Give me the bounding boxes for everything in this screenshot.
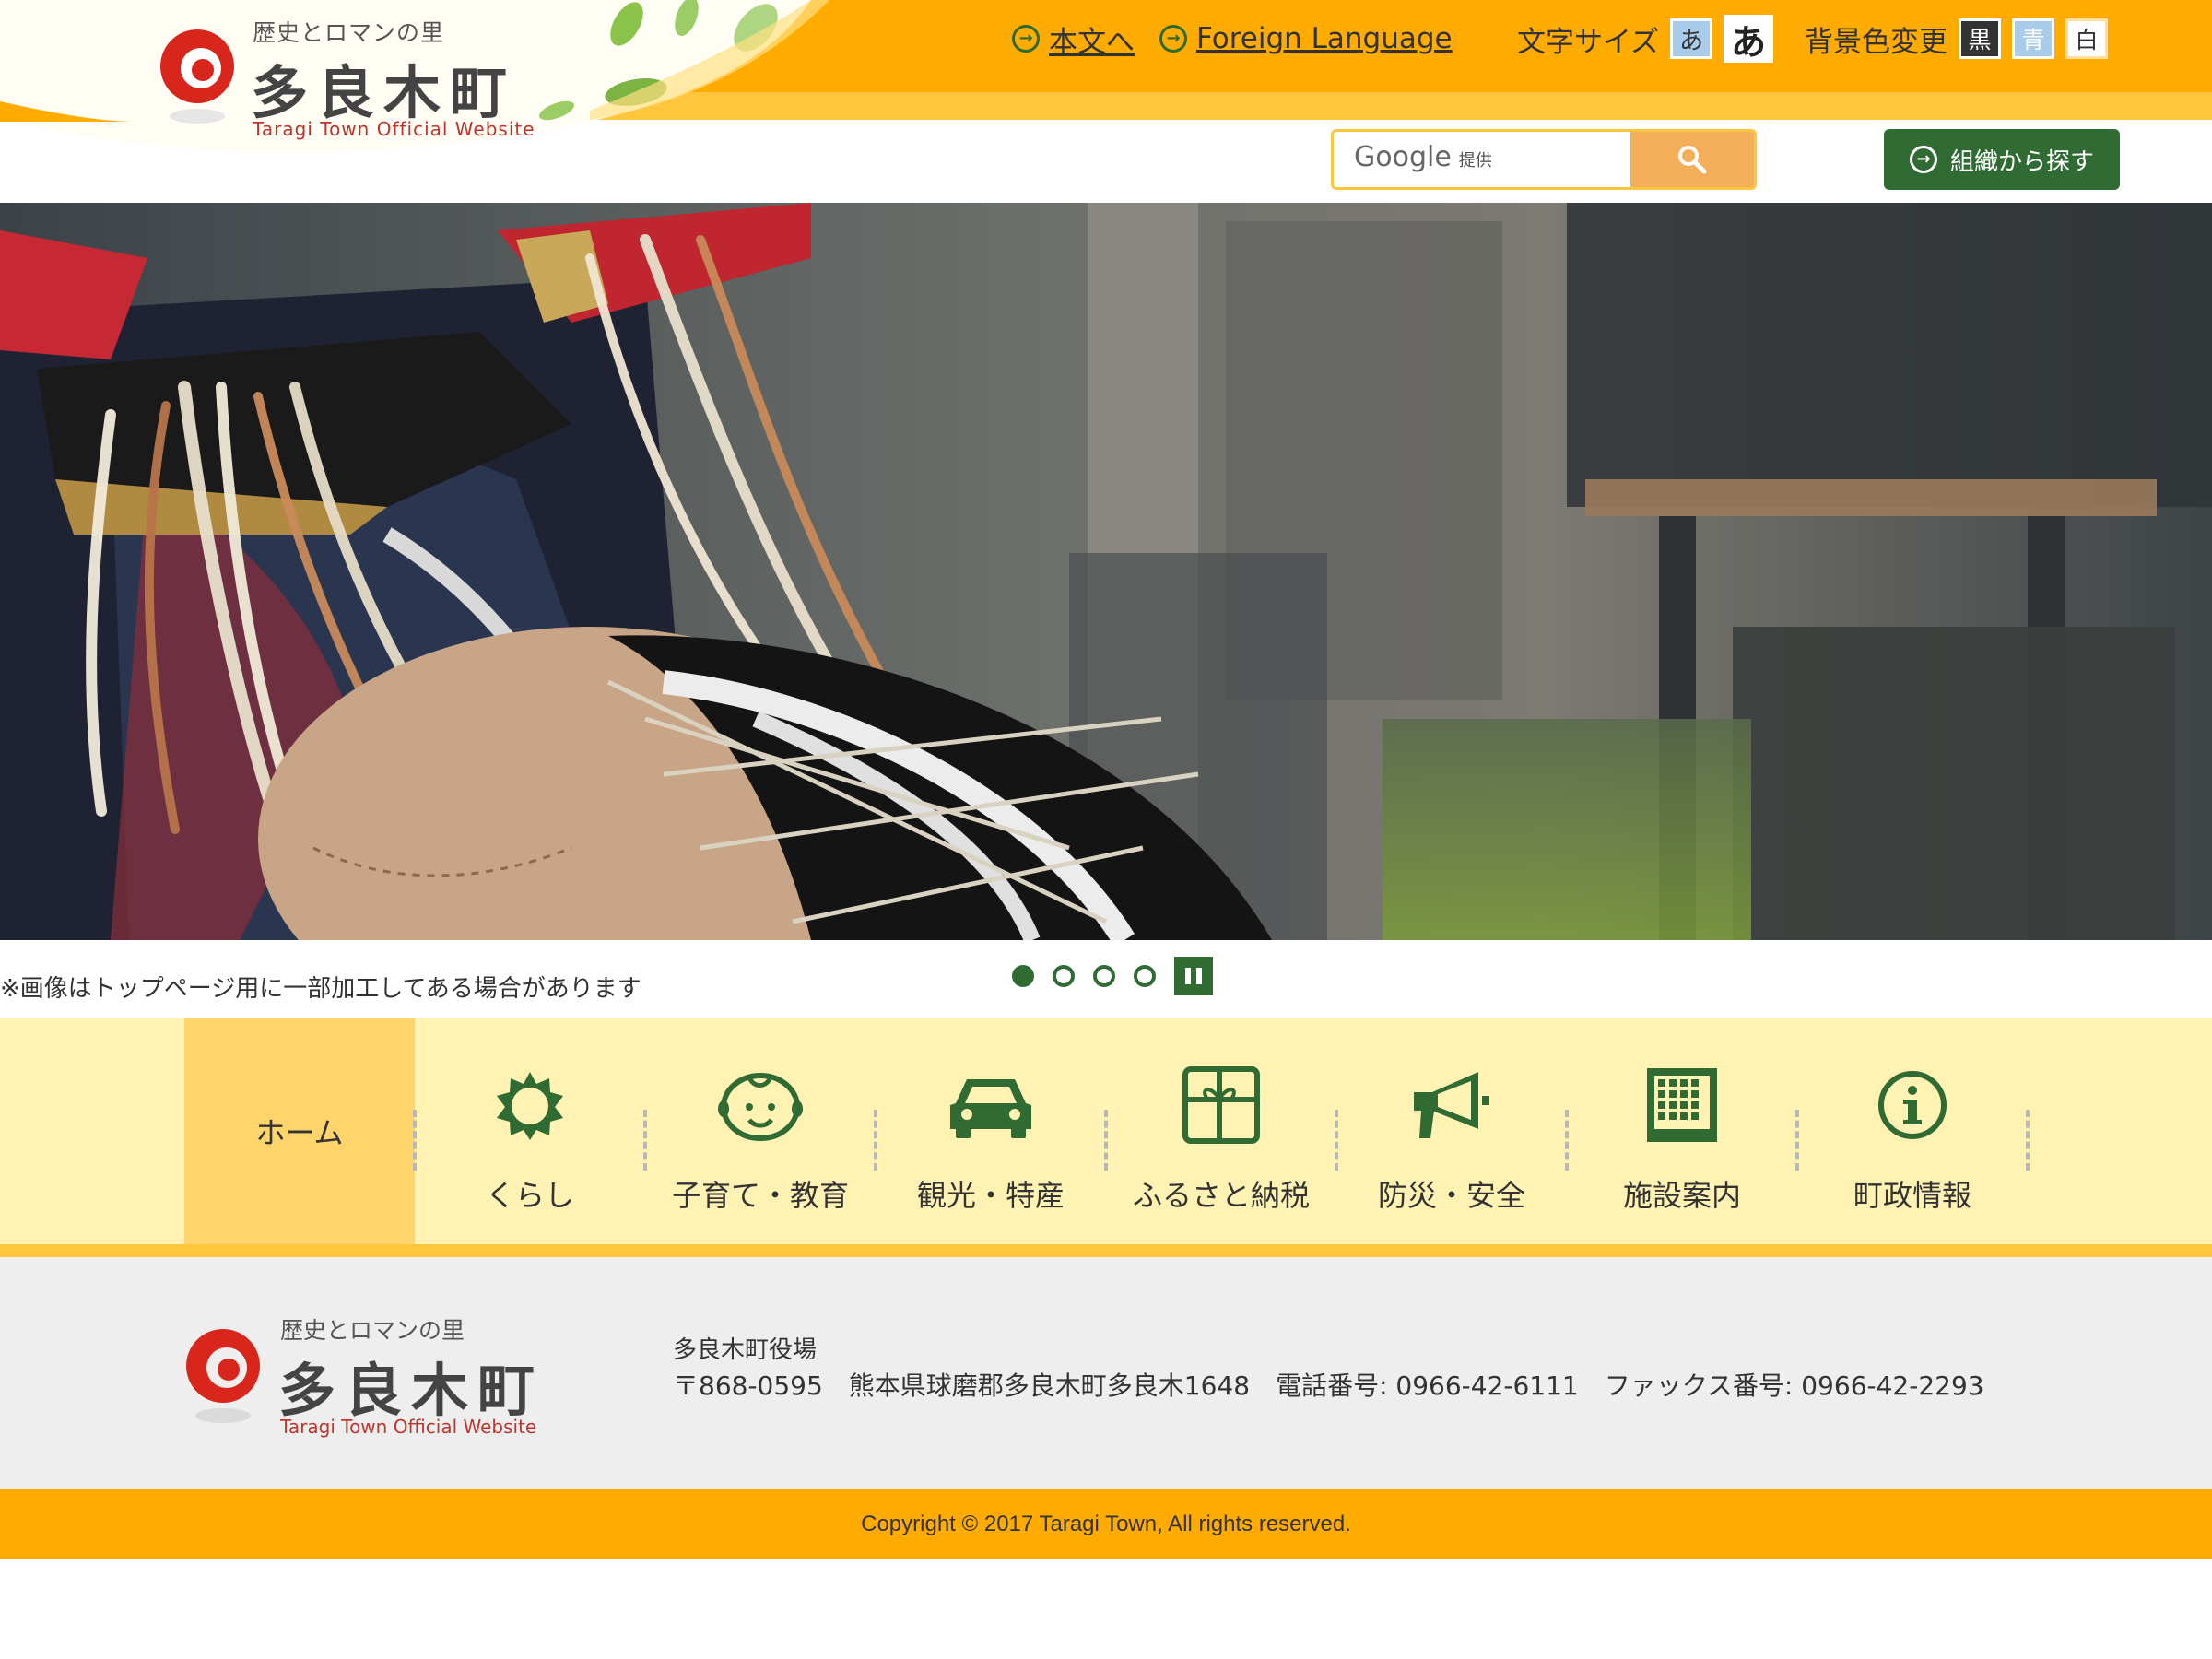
festival-drummer-photo xyxy=(0,203,2212,940)
nav-item-town-administration[interactable]: 町政情報 xyxy=(1797,1018,2030,1244)
slider-pause-button[interactable] xyxy=(1174,957,1213,995)
nav-item-label: 観光・特産 xyxy=(916,1178,1065,1213)
footer-logo[interactable]: 歴史とロマンの里 多良木町 Taragi Town Official Websi… xyxy=(182,1309,570,1438)
nav-item-label: くらし xyxy=(485,1178,574,1213)
nav-item-living[interactable]: くらし xyxy=(415,1018,647,1244)
car-icon xyxy=(945,1064,1037,1147)
skip-to-content-link[interactable]: → 本文へ xyxy=(1012,17,1135,61)
site-header: 歴史とロマンの里 多良木町 Taragi Town Official Websi… xyxy=(0,0,2212,203)
copyright-text: Copyright © 2017 Taragi Town, All rights… xyxy=(861,1512,1351,1536)
office-name: 多良木町役場 xyxy=(673,1336,818,1364)
search-input[interactable] xyxy=(1334,132,1630,187)
nav-divider xyxy=(2026,1110,2030,1171)
nav-item-label: 施設案内 xyxy=(1622,1178,1741,1213)
slider-dot-3[interactable] xyxy=(1093,965,1115,987)
nav-item-disaster-safety[interactable]: 防災・安全 xyxy=(1336,1018,1569,1244)
logo-mark-icon xyxy=(160,29,234,124)
hero-slider-image xyxy=(0,203,2212,940)
nav-item-home[interactable]: ホーム xyxy=(184,1018,417,1244)
font-size-large-button[interactable]: あ xyxy=(1724,15,1774,63)
foreign-language-link[interactable]: → Foreign Language xyxy=(1159,17,1453,61)
search-icon xyxy=(1678,146,1707,174)
slider-controls xyxy=(1012,957,1213,995)
arrow-right-circle-icon: → xyxy=(1159,25,1187,53)
site-search: Google 提供 xyxy=(1331,129,1757,190)
megaphone-icon xyxy=(1406,1064,1498,1147)
nav-item-childcare-education[interactable]: 子育て・教育 xyxy=(645,1018,877,1244)
arrow-right-circle-icon: → xyxy=(1909,146,1937,173)
copyright-bar: Copyright © 2017 Taragi Town, All rights… xyxy=(0,1489,2212,1559)
sun-icon xyxy=(484,1064,576,1147)
nav-bottom-bar xyxy=(0,1244,2212,1257)
background-color-label: 背景色変更 xyxy=(1805,25,1947,59)
font-size-label: 文字サイズ xyxy=(1517,25,1660,59)
global-nav-list: ホーム くらし 子育て・教育 観光・特産 ふるさと納税 防災・安全 施設案内 町… xyxy=(184,1018,2030,1244)
global-navigation: ホーム くらし 子育て・教育 観光・特産 ふるさと納税 防災・安全 施設案内 町… xyxy=(0,1018,2212,1244)
office-address: 〒868-0595 熊本県球磨郡多良木町多良木1648 電話番号: 0966-4… xyxy=(673,1371,1984,1401)
logo-english-name: Taragi Town Official Website xyxy=(253,118,535,140)
footer-logo-catchphrase: 歴史とロマンの里 xyxy=(280,1317,465,1344)
nav-item-label: ホーム xyxy=(255,1115,344,1150)
font-size-control: 文字サイズ あ あ xyxy=(1517,15,1774,63)
baby-face-icon xyxy=(714,1064,806,1147)
pause-icon-bar xyxy=(1185,968,1191,984)
footer-logo-town-name: 多良木町 xyxy=(278,1357,545,1424)
bg-white-button[interactable]: 白 xyxy=(2065,18,2108,59)
bg-black-button[interactable]: 黒 xyxy=(1959,18,2001,59)
search-by-organization-label: 組織から探す xyxy=(1949,147,2094,176)
logo-town-name: 多良木町 xyxy=(251,59,517,126)
skip-to-content-text[interactable]: 本文へ xyxy=(1049,18,1135,60)
nav-item-tourism-products[interactable]: 観光・特産 xyxy=(876,1018,1108,1244)
font-size-standard-button[interactable]: あ xyxy=(1670,18,1713,59)
slider-image-note: ※画像はトップページ用に一部加工してある場合があります xyxy=(0,975,641,1003)
nav-item-label: ふるさと納税 xyxy=(1132,1178,1310,1213)
building-icon xyxy=(1636,1064,1728,1147)
search-button[interactable] xyxy=(1630,132,1754,187)
footer-logo-english-name: Taragi Town Official Website xyxy=(280,1416,537,1438)
nav-item-label: 子育て・教育 xyxy=(671,1178,849,1213)
background-color-control: 背景色変更 黒 青 白 xyxy=(1805,17,2108,61)
foreign-language-text[interactable]: Foreign Language xyxy=(1196,22,1453,55)
arrow-right-circle-icon: → xyxy=(1012,25,1040,53)
nav-item-furusato-tax[interactable]: ふるさと納税 xyxy=(1106,1018,1338,1244)
nav-item-facilities[interactable]: 施設案内 xyxy=(1567,1018,1799,1244)
nav-item-label: 防災・安全 xyxy=(1377,1178,1525,1213)
nav-item-label: 町政情報 xyxy=(1853,1178,1971,1213)
site-logo[interactable]: 歴史とロマンの里 多良木町 Taragi Town Official Websi… xyxy=(157,13,544,142)
gift-icon xyxy=(1175,1064,1267,1147)
site-footer: 歴史とロマンの里 多良木町 Taragi Town Official Websi… xyxy=(0,1257,2212,1489)
logo-catchphrase: 歴史とロマンの里 xyxy=(253,19,445,46)
slider-dot-2[interactable] xyxy=(1053,965,1075,987)
logo-mark-icon xyxy=(186,1329,260,1423)
pause-icon-bar xyxy=(1196,968,1202,984)
search-by-organization-button[interactable]: → 組織から探す xyxy=(1884,129,2120,190)
bg-blue-button[interactable]: 青 xyxy=(2012,18,2054,59)
slider-dot-4[interactable] xyxy=(1134,965,1156,987)
slider-dot-1[interactable] xyxy=(1012,965,1034,987)
info-icon xyxy=(1866,1064,1959,1147)
